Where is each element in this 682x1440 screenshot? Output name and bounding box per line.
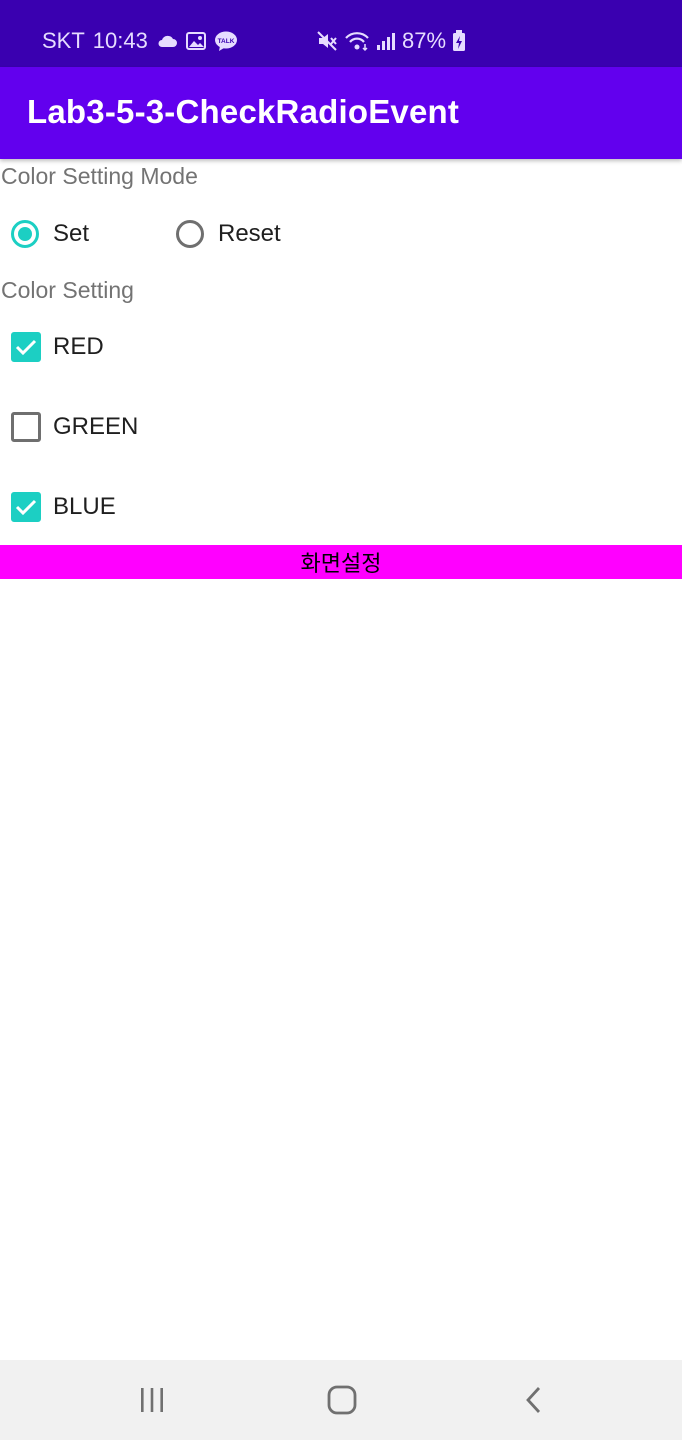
color-section-label: Color Setting [1,277,134,303]
check-icon [15,339,37,356]
gallery-icon [185,31,206,51]
status-bar-left: SKT 10:43 TALK [42,28,238,54]
checkbox-blue-label: BLUE [53,493,116,520]
battery-percent: 87% [402,28,447,53]
recent-apps-icon[interactable] [130,1382,174,1418]
back-icon[interactable] [512,1382,556,1418]
system-nav-bar [0,1360,682,1440]
radio-reset-indicator[interactable] [176,220,204,248]
checkbox-red-box[interactable] [11,332,41,362]
status-bar-right: 87% [316,28,466,54]
cloud-icon [156,33,178,49]
carrier-label: SKT [42,28,85,53]
checkbox-red-label: RED [53,333,104,360]
mute-icon [316,30,338,52]
screen-setting-button[interactable]: 화면설정 [0,545,682,579]
checkbox-green-label: GREEN [53,413,139,440]
checkbox-red[interactable]: RED [0,317,682,377]
checkbox-green[interactable]: GREEN [0,397,682,457]
svg-text:TALK: TALK [217,38,234,45]
radio-set[interactable]: Set [11,212,89,256]
checkbox-blue[interactable]: BLUE [0,477,682,537]
radio-set-indicator[interactable] [11,220,39,248]
signal-icon [376,31,396,51]
radio-reset-label: Reset [218,220,281,247]
app-bar: Lab3-5-3-CheckRadioEvent [0,67,682,159]
radio-set-label: Set [53,220,90,247]
battery-charging-icon [452,30,466,52]
mode-radio-group: Set Reset [0,212,682,256]
kakaotalk-icon: TALK [214,30,238,52]
clock: 10:43 [92,28,148,53]
checkbox-green-box[interactable] [11,412,41,442]
wifi-icon [344,30,370,52]
app-title: Lab3-5-3-CheckRadioEvent [27,93,460,130]
mode-section-label: Color Setting Mode [1,163,198,189]
check-icon [15,499,37,516]
status-bar: SKT 10:43 TALK 87% [0,0,682,67]
home-icon[interactable] [320,1382,364,1418]
checkbox-blue-box[interactable] [11,492,41,522]
radio-reset[interactable]: Reset [176,212,281,256]
